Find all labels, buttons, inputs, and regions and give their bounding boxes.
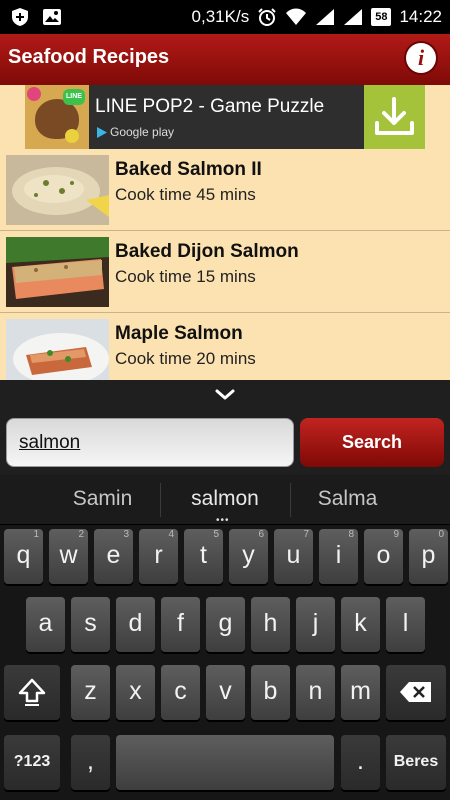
shield-plus-icon: [12, 8, 28, 26]
recipe-name: Baked Dijon Salmon: [115, 241, 299, 262]
key-o[interactable]: o9: [364, 529, 403, 584]
suggestion-left[interactable]: Samin: [50, 487, 155, 511]
key-z[interactable]: z: [71, 665, 110, 720]
collapse-bar[interactable]: [0, 380, 450, 410]
recipe-list: Baked Salmon II Cook time 45 mins Baked …: [0, 155, 450, 380]
space-key[interactable]: [116, 735, 334, 790]
key-j[interactable]: j: [296, 597, 335, 652]
key-u[interactable]: u7: [274, 529, 313, 584]
alarm-icon: [258, 8, 276, 26]
app-title: Seafood Recipes: [8, 46, 170, 68]
recipe-cook-time: Cook time 20 mins: [115, 349, 256, 368]
ad-store-label: Google play: [110, 125, 175, 139]
ad-download-button[interactable]: [364, 85, 425, 149]
key-b[interactable]: b: [251, 665, 290, 720]
period-key[interactable]: .: [341, 735, 380, 790]
divider: [0, 230, 450, 231]
shift-icon: [18, 678, 46, 706]
info-button[interactable]: i: [406, 43, 436, 73]
search-area: salmon Search: [0, 410, 450, 475]
recipe-image: [6, 237, 109, 307]
ad-app-icon: LINE: [25, 85, 89, 149]
suggestion-bar: Samin salmon Salma •••: [0, 475, 450, 526]
comma-key[interactable]: ,: [71, 735, 110, 790]
recipe-item[interactable]: Maple Salmon Cook time 20 mins: [0, 319, 450, 380]
network-speed: 0,31K/s: [191, 7, 250, 26]
status-bar: 0,31K/s 58 14:22: [0, 0, 450, 34]
shift-key[interactable]: [4, 665, 60, 720]
key-d[interactable]: d: [116, 597, 155, 652]
key-c[interactable]: c: [161, 665, 200, 720]
divider: [0, 312, 450, 313]
recipe-image: [6, 155, 109, 225]
image-icon: [43, 9, 61, 25]
suggestion-divider: [160, 483, 161, 517]
key-w[interactable]: w2: [49, 529, 88, 584]
recipe-image: [6, 319, 109, 380]
app-bar: Seafood Recipes i: [0, 34, 450, 85]
recipe-name: Maple Salmon: [115, 323, 243, 344]
recipe-item[interactable]: Baked Dijon Salmon Cook time 15 mins: [0, 237, 450, 314]
search-input[interactable]: salmon: [6, 418, 294, 467]
key-k[interactable]: k: [341, 597, 380, 652]
key-m[interactable]: m: [341, 665, 380, 720]
key-x[interactable]: x: [116, 665, 155, 720]
key-n[interactable]: n: [296, 665, 335, 720]
ad-title: LINE POP2 - Game Puzzle: [95, 96, 325, 117]
keyboard: Samin salmon Salma ••• q1 w2 e3 r4 t5 y6…: [0, 475, 450, 800]
key-i[interactable]: i8: [319, 529, 358, 584]
chevron-down-icon[interactable]: [214, 388, 236, 402]
wifi-icon: [286, 8, 307, 25]
search-input-value: salmon: [19, 432, 81, 453]
key-f[interactable]: f: [161, 597, 200, 652]
download-icon: [375, 97, 414, 135]
recipe-name: Baked Salmon II: [115, 159, 262, 180]
recipe-cook-time: Cook time 15 mins: [115, 267, 256, 286]
more-suggestions-indicator[interactable]: •••: [216, 515, 230, 526]
battery-level: 58: [371, 8, 392, 26]
key-s[interactable]: s: [71, 597, 110, 652]
recipe-item[interactable]: Baked Salmon II Cook time 45 mins: [0, 155, 450, 232]
clock: 14:22: [399, 7, 442, 26]
suggestion-center[interactable]: salmon: [170, 487, 280, 511]
ad-banner[interactable]: LINE LINE POP2 - Game Puzzle Google play: [25, 85, 425, 149]
recipe-cook-time: Cook time 45 mins: [115, 185, 256, 204]
key-q[interactable]: q1: [4, 529, 43, 584]
play-store-icon: [97, 126, 107, 138]
suggestion-divider: [290, 483, 291, 517]
enter-key[interactable]: Beres: [386, 735, 446, 790]
signal-2-icon: [344, 9, 363, 25]
key-a[interactable]: a: [26, 597, 65, 652]
ad-store: Google play: [97, 125, 174, 139]
key-l[interactable]: l: [386, 597, 425, 652]
symbols-key[interactable]: ?123: [4, 735, 60, 790]
key-t[interactable]: t5: [184, 529, 223, 584]
key-h[interactable]: h: [251, 597, 290, 652]
key-g[interactable]: g: [206, 597, 245, 652]
key-p[interactable]: p0: [409, 529, 448, 584]
delete-key[interactable]: [386, 665, 446, 720]
key-e[interactable]: e3: [94, 529, 133, 584]
key-v[interactable]: v: [206, 665, 245, 720]
line-logo: LINE: [63, 89, 85, 105]
key-y[interactable]: y6: [229, 529, 268, 584]
search-button[interactable]: Search: [300, 418, 444, 467]
key-r[interactable]: r4: [139, 529, 178, 584]
signal-icon: [316, 9, 335, 25]
backspace-icon: [400, 682, 431, 702]
suggestion-right[interactable]: Salma: [295, 487, 400, 511]
